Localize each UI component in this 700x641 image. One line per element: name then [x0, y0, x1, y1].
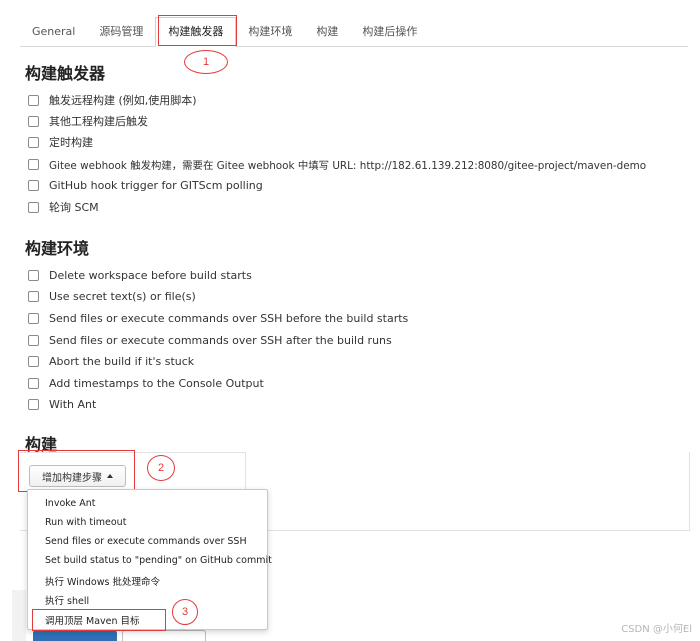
env-option-timestamps[interactable]: Add timestamps to the Console Output [28, 375, 264, 391]
menu-item-invoke-ant[interactable]: Invoke Ant [45, 498, 96, 509]
env-option-delete-workspace[interactable]: Delete workspace before build starts [28, 267, 252, 283]
tab-general[interactable]: General [20, 18, 87, 46]
trigger-option-after-other[interactable]: 其他工程构建后触发 [28, 113, 148, 129]
env-option-label: With Ant [49, 397, 97, 411]
menu-item-windows-batch[interactable]: 执行 Windows 批处理命令 [45, 574, 160, 588]
menu-item-run-with-timeout[interactable]: Run with timeout [45, 517, 126, 528]
checkbox[interactable] [28, 269, 39, 281]
trigger-option-gitee-webhook[interactable]: Gitee webhook 触发构建，需要在 Gitee webhook 中填写… [28, 156, 646, 172]
trigger-option-label: 其他工程构建后触发 [49, 115, 148, 128]
build-triggers-heading: 构建触发器 [25, 64, 106, 83]
build-environment-heading: 构建环境 [25, 239, 90, 258]
checkbox[interactable] [28, 377, 39, 389]
left-gutter-panel [12, 590, 26, 641]
jenkins-config-page: General 源码管理 构建触发器 构建环境 构建 构建后操作 1 构建触发器… [0, 0, 700, 641]
checkbox[interactable] [28, 201, 39, 213]
env-option-label: Use secret text(s) or file(s) [49, 289, 196, 303]
annotation-marker-1: 1 [184, 50, 228, 74]
env-option-abort-stuck[interactable]: Abort the build if it's stuck [28, 353, 194, 369]
env-option-secret-text[interactable]: Use secret text(s) or file(s) [28, 288, 196, 304]
annotation-marker-3: 3 [172, 599, 198, 625]
trigger-option-label: GitHub hook trigger for GITScm polling [49, 178, 263, 192]
annotation-box-1 [158, 15, 237, 46]
tab-post-build[interactable]: 构建后操作 [350, 18, 429, 46]
env-option-label: Add timestamps to the Console Output [49, 376, 264, 390]
save-button[interactable] [33, 630, 117, 641]
checkbox[interactable] [28, 115, 39, 127]
menu-item-github-pending[interactable]: Set build status to "pending" on GitHub … [45, 555, 272, 566]
menu-item-shell[interactable]: 执行 shell [45, 593, 89, 607]
checkbox[interactable] [28, 334, 39, 346]
env-option-label: Delete workspace before build starts [49, 268, 252, 282]
build-step-panel [245, 452, 690, 531]
trigger-option-remote[interactable]: 触发远程构建 (例如,使用脚本) [28, 92, 197, 108]
env-option-ssh-before[interactable]: Send files or execute commands over SSH … [28, 310, 408, 326]
trigger-option-label: 定时构建 [49, 136, 93, 149]
env-option-label: Send files or execute commands over SSH … [49, 311, 409, 325]
env-option-label: Abort the build if it's stuck [49, 354, 195, 368]
config-tabs: General 源码管理 构建触发器 构建环境 构建 构建后操作 [20, 14, 688, 47]
annotation-box-2 [18, 450, 135, 492]
annotation-marker-2: 2 [147, 455, 175, 481]
env-option-with-ant[interactable]: With Ant [28, 396, 96, 412]
checkbox[interactable] [28, 398, 39, 410]
checkbox[interactable] [28, 94, 39, 106]
trigger-option-poll-scm[interactable]: 轮询 SCM [28, 199, 99, 215]
checkbox[interactable] [28, 290, 39, 302]
trigger-option-label: 轮询 SCM [49, 201, 99, 214]
trigger-option-periodic[interactable]: 定时构建 [28, 134, 93, 150]
trigger-option-label: 触发远程构建 (例如,使用脚本) [49, 94, 197, 107]
checkbox[interactable] [28, 136, 39, 148]
annotation-box-3 [32, 609, 166, 631]
trigger-option-github-hook[interactable]: GitHub hook trigger for GITScm polling [28, 177, 263, 193]
checkbox[interactable] [28, 179, 39, 191]
env-option-label: Send files or execute commands over SSH … [49, 333, 392, 347]
tab-source-code[interactable]: 源码管理 [87, 18, 155, 46]
checkbox[interactable] [28, 355, 39, 367]
tab-build[interactable]: 构建 [304, 18, 350, 46]
checkbox[interactable] [28, 312, 39, 324]
env-option-ssh-after[interactable]: Send files or execute commands over SSH … [28, 332, 392, 348]
apply-button[interactable] [122, 630, 206, 641]
trigger-option-label: Gitee webhook 触发构建，需要在 Gitee webhook 中填写… [49, 159, 647, 172]
menu-item-ssh-commands[interactable]: Send files or execute commands over SSH [45, 536, 247, 547]
watermark: CSDN @小何El [621, 624, 692, 635]
checkbox[interactable] [28, 158, 39, 170]
tab-build-environment[interactable]: 构建环境 [236, 18, 304, 46]
